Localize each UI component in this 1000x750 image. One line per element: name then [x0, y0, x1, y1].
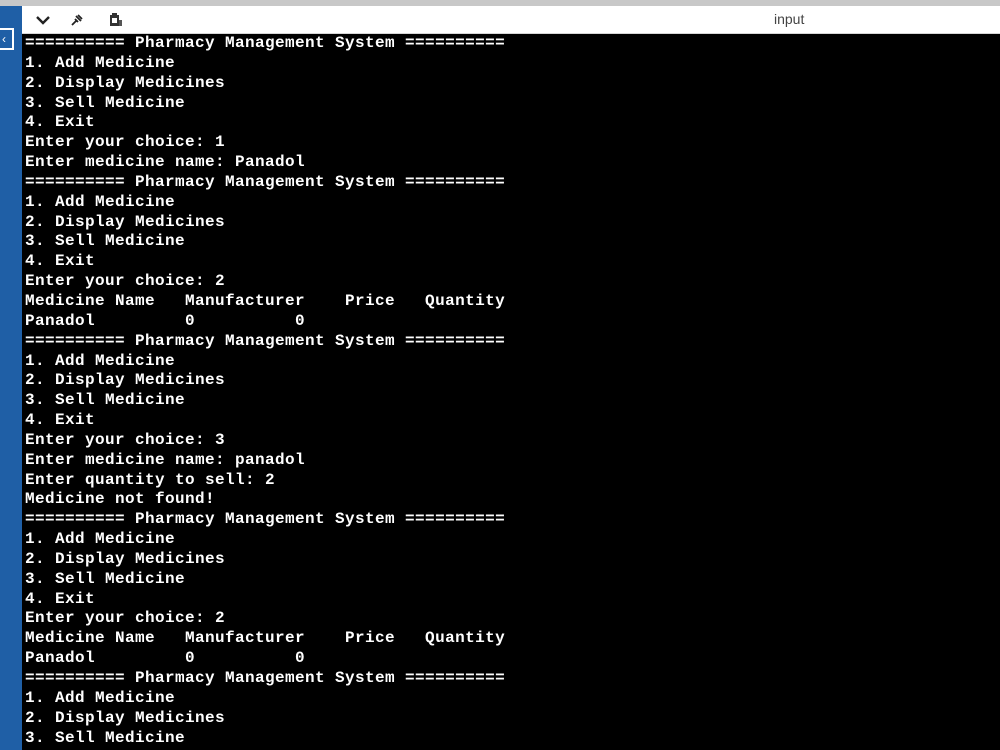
console-line: 4. Exit	[25, 252, 96, 271]
console-line: Enter quantity to sell: 2	[25, 470, 276, 489]
console-line: 4. Exit	[25, 411, 96, 430]
console-line: 3. Sell Medicine	[25, 232, 186, 251]
collapse-panel-button[interactable]: ‹	[0, 28, 14, 50]
console-line: 1. Add Medicine	[25, 351, 176, 370]
console-line: ========== Pharmacy Management System ==…	[25, 172, 506, 191]
console-line: Medicine Name Manufacturer Price Quantit…	[25, 629, 506, 648]
console-line: ========== Pharmacy Management System ==…	[25, 669, 506, 687]
console-line: 4. Exit	[25, 113, 96, 132]
console-toolbar: input	[22, 6, 1000, 34]
console-line: Enter your choice: 1	[25, 133, 226, 152]
console-line: Medicine not found!	[25, 490, 216, 509]
left-side-bar: ‹	[0, 6, 22, 750]
console-line: 2. Display Medicines	[25, 73, 226, 92]
chevron-left-icon: ‹	[2, 32, 6, 46]
console-line: 2. Display Medicines	[25, 212, 226, 231]
console-line: Enter your choice: 3	[25, 430, 226, 449]
console-line: Panadol 0 0	[25, 311, 306, 330]
pin-icon[interactable]	[68, 11, 86, 29]
console-line: ========== Pharmacy Management System ==…	[25, 510, 506, 529]
console-line: Enter medicine name: panadol	[25, 450, 306, 469]
console-line: Medicine Name Manufacturer Price Quantit…	[25, 291, 506, 310]
console-line: 3. Sell Medicine	[25, 569, 186, 588]
console-line: 4. Exit	[25, 589, 96, 608]
console-output[interactable]: ========== Pharmacy Management System ==…	[22, 34, 1000, 750]
input-label: input	[774, 11, 805, 27]
console-line: 1. Add Medicine	[25, 530, 176, 549]
console-line: 2. Display Medicines	[25, 708, 226, 727]
clipboard-icon[interactable]	[106, 11, 124, 29]
console-line: 1. Add Medicine	[25, 53, 176, 72]
chevron-down-icon[interactable]	[34, 11, 52, 29]
console-line: Panadol 0 0	[25, 649, 306, 668]
console-line: 2. Display Medicines	[25, 371, 226, 390]
console-line: Enter your choice: 2	[25, 609, 226, 628]
console-line: 2. Display Medicines	[25, 549, 226, 568]
console-line: Enter medicine name: Panadol	[25, 153, 306, 172]
console-line: 3. Sell Medicine	[25, 728, 186, 747]
console-line: 1. Add Medicine	[25, 688, 176, 707]
console-line: 3. Sell Medicine	[25, 93, 186, 112]
console-line: ========== Pharmacy Management System ==…	[25, 34, 506, 52]
console-line: 1. Add Medicine	[25, 192, 176, 211]
console-line: 3. Sell Medicine	[25, 391, 186, 410]
console-line: Enter your choice: 2	[25, 272, 226, 291]
console-line: ========== Pharmacy Management System ==…	[25, 331, 506, 350]
